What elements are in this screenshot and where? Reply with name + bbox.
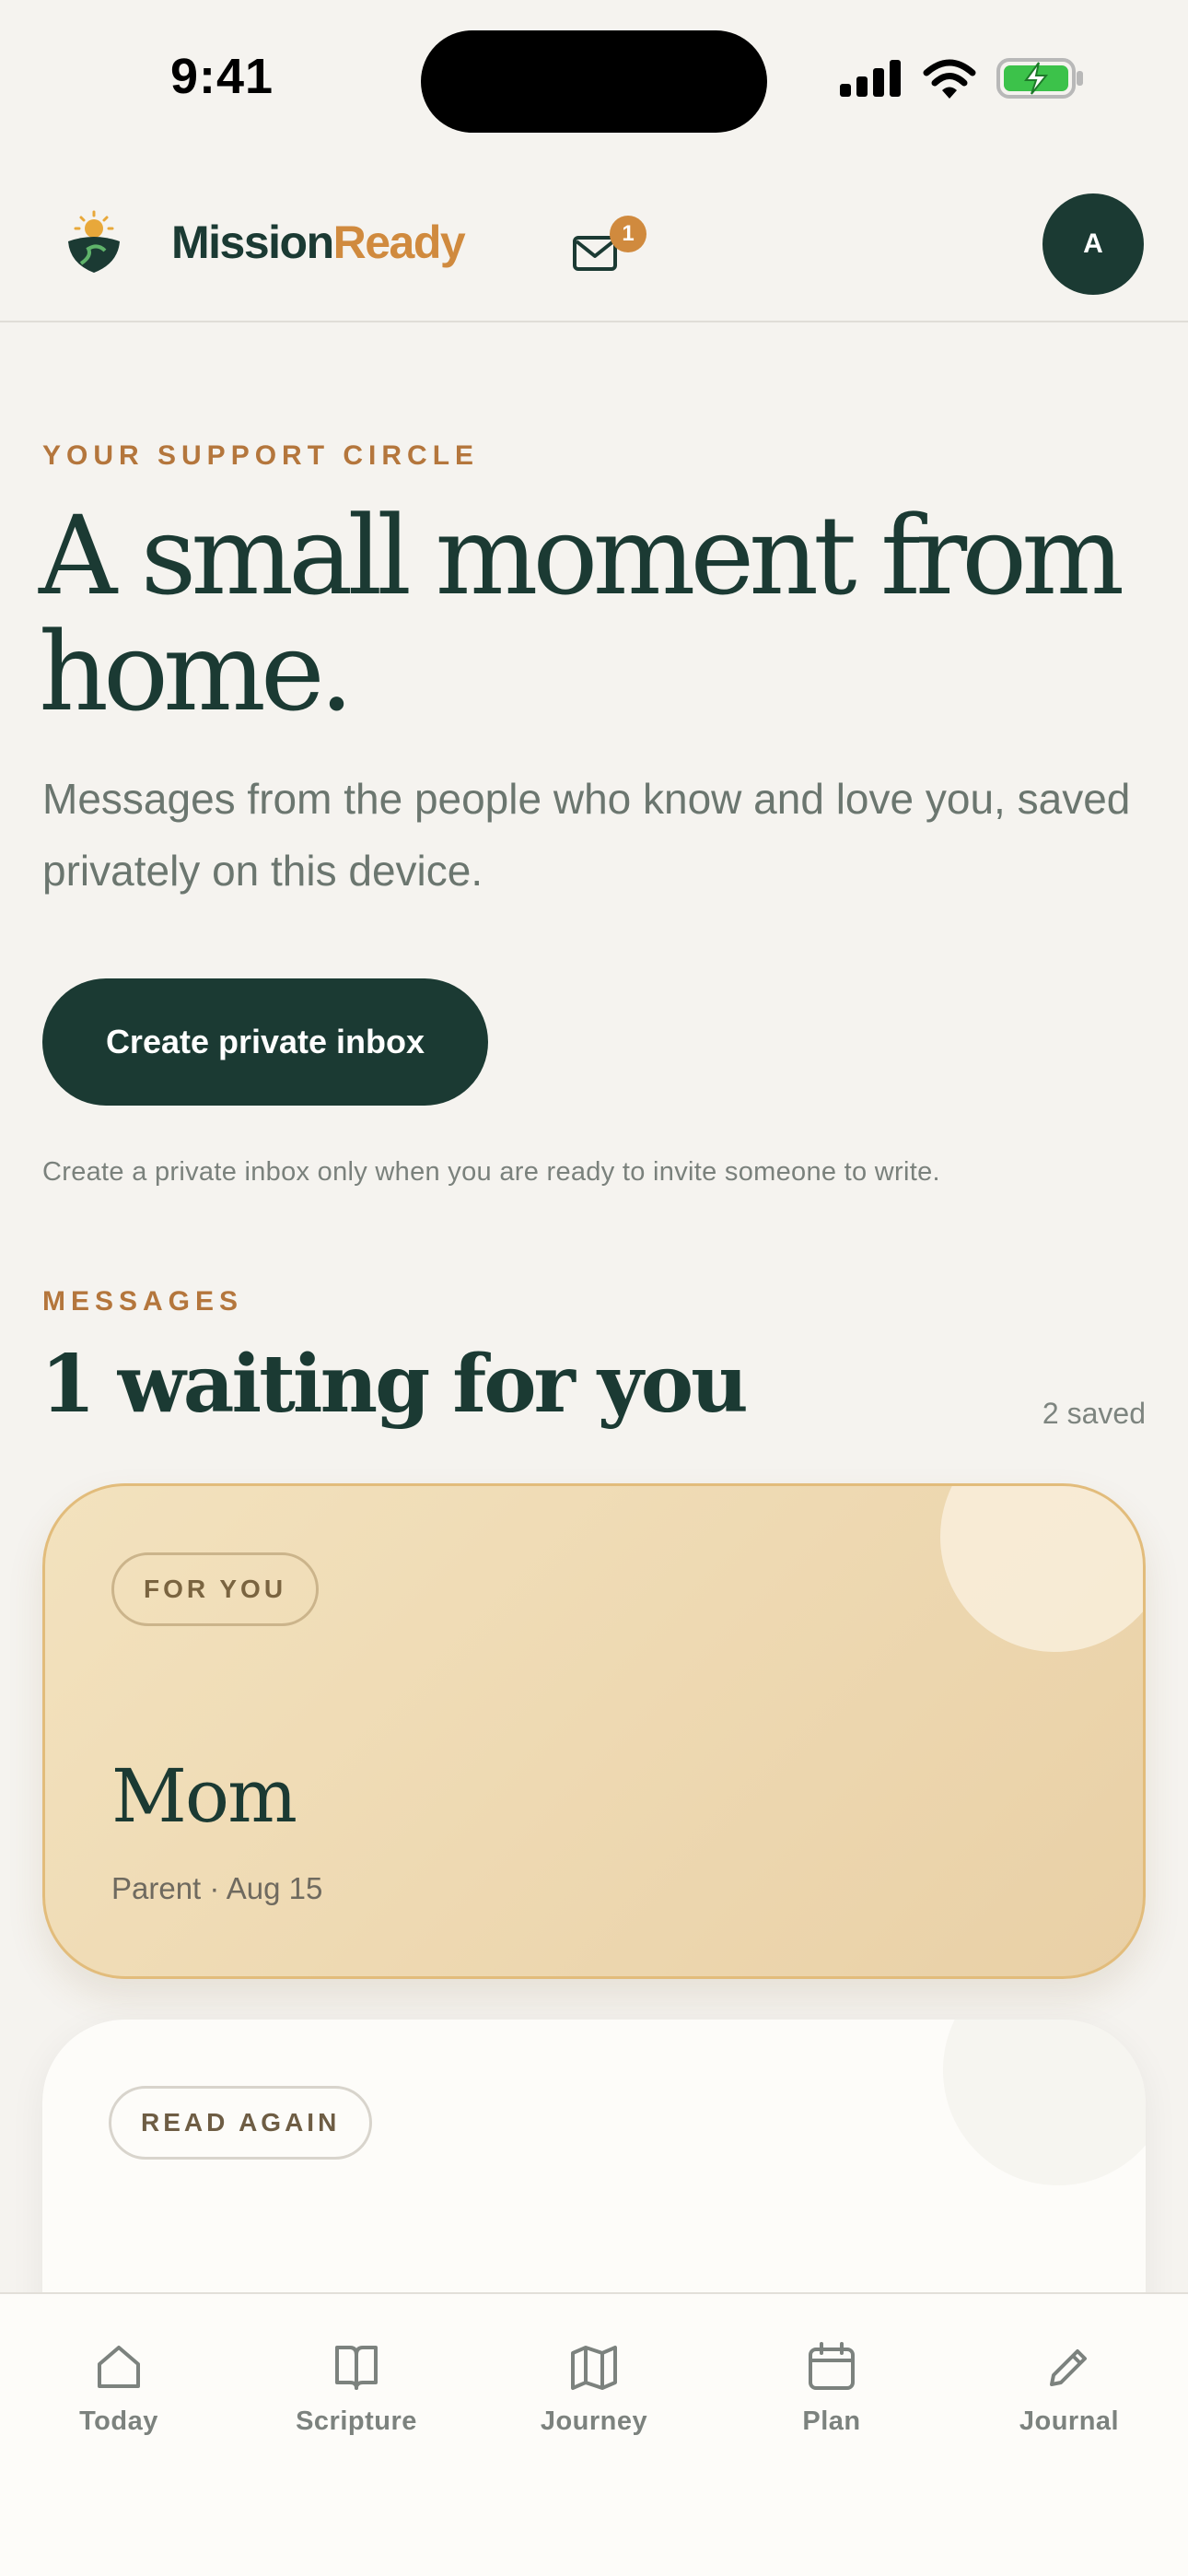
page-title: A small moment from home. [39,492,1124,735]
map-icon [571,2346,617,2390]
app-header: MissionReady 1 A [0,157,1188,322]
status-bar: 9:41 [0,0,1188,157]
logo-icon [68,210,120,273]
brand-name-part2: Ready [332,217,466,268]
message-card[interactable]: FOR YOU Mom Parent · Aug 15 [42,1483,1146,1979]
card-meta: Parent · Aug 15 [111,1871,323,1905]
pencil-icon [1050,2349,1087,2386]
dynamic-island [421,30,767,133]
nav-label: Scripture [296,2406,417,2436]
calendar-icon [809,2342,855,2390]
brand-name[interactable]: MissionReady [171,216,466,269]
card-decoration [943,2020,1146,2185]
battery-charging-icon [996,58,1083,99]
bottom-nav: Today Scripture Journey Plan Journal [0,2292,1188,2576]
avatar[interactable]: A [1042,193,1144,295]
nav-item-scripture[interactable]: Scripture [264,2340,448,2437]
book-icon [335,2346,378,2390]
nav-item-today[interactable]: Today [27,2340,211,2437]
page-subtitle: Messages from the people who know and lo… [42,775,1131,895]
nav-label: Journey [540,2406,648,2436]
support-circle-eyebrow: YOUR SUPPORT CIRCLE [42,440,480,471]
card-sender-name: Mom [111,1753,297,1839]
messages-title: 1 waiting for you [41,1338,749,1431]
card-tag: READ AGAIN [109,2086,373,2160]
wifi-icon [923,59,976,99]
nav-item-plan[interactable]: Plan [740,2340,924,2437]
nav-label: Today [79,2406,158,2436]
home-icon [98,2346,140,2388]
messages-eyebrow: MESSAGES [42,1286,244,1317]
nav-item-journal[interactable]: Journal [977,2340,1161,2437]
status-time: 9:41 [170,49,274,104]
card-decoration [940,1486,1143,1652]
unread-badge: 1 [610,216,646,252]
nav-label: Plan [802,2406,861,2436]
saved-count: 2 saved [1042,1397,1146,1430]
create-inbox-button[interactable]: Create private inbox [42,978,488,1106]
cellular-signal-icon [840,60,901,97]
brand-name-part1: Mission [171,217,334,268]
inbox-button[interactable]: 1 [565,216,646,286]
nav-label: Journal [1019,2406,1120,2436]
nav-item-journey[interactable]: Journey [502,2340,686,2437]
create-inbox-hint: Create a private inbox only when you are… [42,1157,940,1187]
status-icons [840,55,1085,101]
card-tag: FOR YOU [111,1552,320,1626]
